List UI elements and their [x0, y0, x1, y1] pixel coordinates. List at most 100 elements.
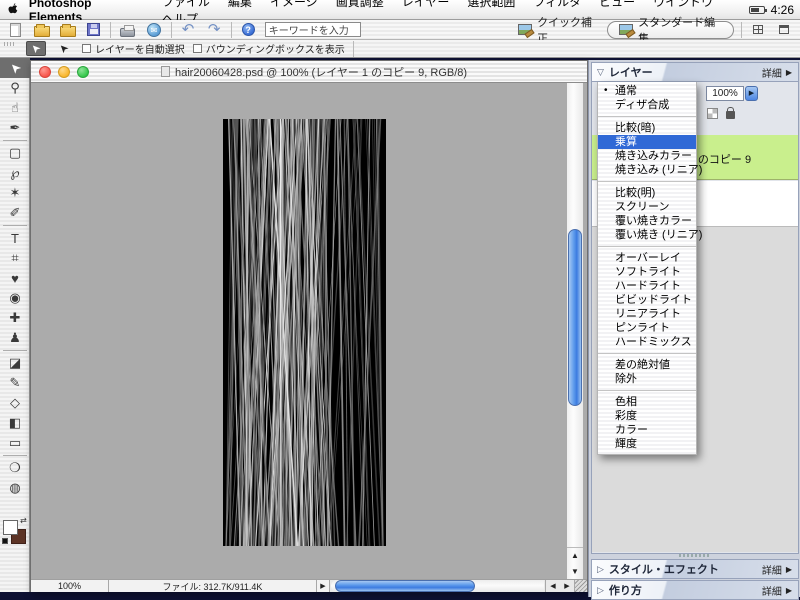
palette-drag-dots[interactable] — [679, 554, 709, 557]
lock-all-icon[interactable] — [726, 111, 735, 119]
apple-menu[interactable] — [0, 2, 25, 17]
blend-mode-item-11[interactable]: 覆い焼き (リニア) — [598, 228, 696, 242]
scroll-down-button[interactable]: ▼ — [567, 564, 583, 580]
zoom-window-button[interactable] — [77, 66, 89, 78]
blend-mode-item-18[interactable]: ピンライト — [598, 321, 696, 335]
menu-title-0[interactable]: ファイル — [162, 0, 210, 9]
share-button[interactable]: ✉ — [144, 21, 163, 38]
healing-brush-tool[interactable]: ✚ — [0, 308, 30, 328]
document-title-bar[interactable]: hair20060428.psd @ 100% (レイヤー 1 のコピー 9, … — [31, 61, 587, 83]
menu-title-2[interactable]: イメージ — [270, 0, 318, 9]
horizontal-scrollbar[interactable] — [331, 580, 544, 592]
move-tool[interactable]: ➤ — [0, 58, 30, 78]
swap-colors-icon[interactable]: ⇄ — [20, 516, 27, 525]
styles-effects-palette-header[interactable]: ▷ スタイル・エフェクト 詳細 ▶ — [591, 559, 799, 579]
blend-mode-item-17[interactable]: リニアライト — [598, 307, 696, 321]
blend-mode-item-3[interactable]: 比較(暗) — [598, 121, 696, 135]
blend-mode-item-15[interactable]: ハードライト — [598, 279, 696, 293]
sponge-tool[interactable]: ◍ — [0, 478, 30, 498]
menu-title-5[interactable]: 選択範囲 — [467, 0, 515, 9]
blend-mode-item-27[interactable]: 輝度 — [598, 437, 696, 451]
type-tool[interactable]: T — [0, 228, 30, 248]
blend-mode-item-10[interactable]: 覆い焼きカラー — [598, 214, 696, 228]
magic-wand-tool[interactable]: ✶ — [0, 183, 30, 203]
status-options-button[interactable]: ▶ — [317, 580, 330, 592]
minimize-window-button[interactable] — [58, 66, 70, 78]
save-button[interactable] — [84, 21, 103, 38]
battery-icon[interactable] — [749, 6, 765, 14]
menu-title-4[interactable]: レイヤー — [402, 0, 450, 9]
how-to-palette-header[interactable]: ▷ 作り方 詳細 ▶ — [591, 580, 799, 600]
scroll-left-button[interactable]: ◀ — [546, 582, 560, 590]
drag-handle[interactable] — [4, 42, 16, 46]
blend-mode-item-9[interactable]: スクリーン — [598, 200, 696, 214]
scroll-right-button[interactable]: ▶ — [560, 582, 574, 590]
blur-tool[interactable]: ❍ — [0, 458, 30, 478]
blend-mode-item-1[interactable]: ディザ合成 — [598, 98, 696, 112]
tile-windows-button[interactable] — [749, 21, 768, 38]
window-resize-grip[interactable] — [574, 580, 587, 592]
browse-button[interactable] — [58, 21, 77, 38]
foreground-color-swatch[interactable] — [3, 520, 18, 535]
layers-palette-header[interactable]: ▽ レイヤー 詳細 ▶ — [591, 62, 799, 82]
close-window-button[interactable] — [39, 66, 51, 78]
blend-mode-item-22[interactable]: 除外 — [598, 372, 696, 386]
blend-mode-item-19[interactable]: ハードミックス — [598, 335, 696, 349]
blend-mode-item-25[interactable]: 彩度 — [598, 409, 696, 423]
howto-more-button[interactable]: 詳細 — [762, 583, 782, 598]
move-tool-option[interactable]: ➤ — [54, 41, 74, 56]
layers-more-button[interactable]: 詳細 — [762, 65, 782, 80]
selection-brush-tool[interactable]: ✐ — [0, 203, 30, 223]
eyedropper-tool[interactable]: ✒ — [0, 118, 30, 138]
menu-bar-clock[interactable]: 4:26 — [771, 3, 794, 17]
red-eye-removal-tool[interactable]: ◉ — [0, 288, 30, 308]
new-document-button[interactable] — [6, 21, 25, 38]
gradient-tool[interactable]: ◧ — [0, 413, 30, 433]
print-button[interactable] — [118, 21, 137, 38]
clone-stamp-tool[interactable]: ♟ — [0, 328, 30, 348]
redo-button[interactable]: ↷ — [205, 21, 224, 38]
standard-edit-button[interactable]: スタンダード編集 — [607, 21, 734, 39]
blend-mode-item-21[interactable]: 差の絶対値 — [598, 358, 696, 372]
blend-mode-item-16[interactable]: ビビッドライト — [598, 293, 696, 307]
show-bounding-box-option[interactable]: バウンディングボックスを表示 — [193, 41, 345, 56]
blend-mode-item-0[interactable]: •通常 — [598, 84, 696, 98]
menu-title-7[interactable]: ビュー — [599, 0, 635, 9]
menu-title-8[interactable]: ウインドウ — [653, 0, 713, 9]
undo-button[interactable]: ↶ — [178, 21, 197, 38]
brush-tool[interactable]: ✎ — [0, 373, 30, 393]
blend-mode-item-4[interactable]: 乗算 — [598, 135, 696, 149]
auto-select-checkbox[interactable] — [82, 44, 91, 53]
vertical-scrollbar-thumb[interactable] — [568, 229, 582, 406]
disclosure-triangle-icon[interactable]: ▷ — [597, 564, 604, 575]
cookie-cutter-tool[interactable]: ♥ — [0, 268, 30, 288]
opacity-slider-button[interactable]: ▶ — [745, 86, 758, 101]
open-button[interactable] — [32, 21, 51, 38]
menu-title-3[interactable]: 画質調整 — [336, 0, 384, 9]
disclosure-triangle-icon[interactable]: ▽ — [597, 67, 604, 78]
paint-bucket-tool[interactable]: ◇ — [0, 393, 30, 413]
zoom-tool[interactable]: ⚲ — [0, 78, 30, 98]
marquee-tool[interactable]: ▢ — [0, 143, 30, 163]
styles-more-button[interactable]: 詳細 — [762, 562, 782, 577]
cascade-windows-button[interactable] — [775, 21, 794, 38]
menu-title-1[interactable]: 編集 — [228, 0, 252, 9]
move-tool-option-pressed[interactable]: ➤ — [26, 41, 46, 56]
lasso-tool[interactable]: ℘ — [0, 163, 30, 183]
blend-mode-item-13[interactable]: オーバーレイ — [598, 251, 696, 265]
bounding-box-checkbox[interactable] — [193, 44, 202, 53]
zoom-level-field[interactable]: 100% — [31, 580, 109, 592]
horizontal-scrollbar-thumb[interactable] — [335, 580, 475, 592]
blend-mode-item-26[interactable]: カラー — [598, 423, 696, 437]
opacity-value-field[interactable]: 100% — [706, 86, 744, 101]
keyword-search-input[interactable] — [265, 22, 361, 37]
blend-mode-item-14[interactable]: ソフトライト — [598, 265, 696, 279]
scroll-up-button[interactable]: ▲ — [567, 548, 583, 564]
crop-tool[interactable]: ⌗ — [0, 248, 30, 268]
help-button[interactable]: ? — [239, 21, 258, 38]
disclosure-triangle-icon[interactable]: ▷ — [597, 585, 604, 596]
auto-select-layer-option[interactable]: レイヤーを自動選択 — [82, 41, 185, 56]
blend-mode-item-24[interactable]: 色相 — [598, 395, 696, 409]
blend-mode-item-8[interactable]: 比較(明) — [598, 186, 696, 200]
default-colors-icon[interactable] — [2, 538, 8, 544]
